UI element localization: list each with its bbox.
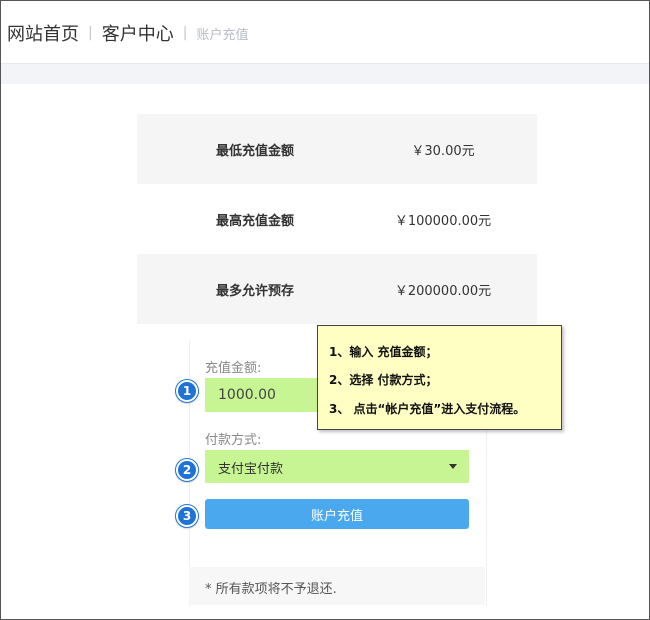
caret-down-icon (449, 464, 457, 469)
instructions-callout: 1、输入 充值金额； 2、选择 付款方式； 3、 点击“帐户充值”进入支付流程。 (317, 325, 562, 430)
payment-method-label: 付款方式: (205, 433, 262, 448)
payment-method-value: 支付宝付款 (218, 462, 284, 477)
table-row: 最高充值金额 ￥100000.00元 (137, 184, 537, 254)
limit-label: 最高充值金额 (215, 213, 294, 229)
payment-method-select[interactable]: 支付宝付款 (205, 450, 469, 483)
table-row: 最低充值金额 ￥30.00元 (137, 114, 537, 184)
limit-value: ￥30.00元 (411, 143, 475, 159)
header-strip (1, 64, 649, 84)
limit-value: ￥200000.00元 (394, 283, 492, 299)
breadcrumb-separator: | (88, 25, 93, 41)
breadcrumb-customer-center-link[interactable]: 客户中心 (102, 20, 174, 46)
limit-label: 最多允许预存 (215, 283, 294, 299)
recharge-limits-table: 最低充值金额 ￥30.00元 最高充值金额 ￥100000.00元 最多允许预存… (137, 114, 537, 325)
instruction-line: 3、 点击“帐户充值”进入支付流程。 (329, 402, 526, 416)
instruction-line: 1、输入 充值金额； (329, 345, 438, 359)
breadcrumb: 网站首页 | 客户中心 | 账户充值 (7, 20, 248, 46)
breadcrumb-separator: | (182, 25, 188, 41)
amount-label: 充值金额: (205, 361, 262, 376)
limit-label: 最低充值金额 (215, 143, 294, 159)
limit-value: ￥100000.00元 (394, 213, 492, 229)
table-row: 最多允许预存 ￥200000.00元 (137, 254, 537, 324)
step-2-badge: 2 (176, 459, 198, 481)
refund-note-bar: * 所有款项将不予退还. (189, 567, 485, 605)
breadcrumb-home-link[interactable]: 网站首页 (7, 20, 79, 46)
top-bar: 网站首页 | 客户中心 | 账户充值 (1, 1, 649, 64)
recharge-button[interactable]: 账户充值 (205, 499, 469, 529)
step-1-badge: 1 (176, 380, 198, 402)
page-frame: 网站首页 | 客户中心 | 账户充值 最低充值金额 ￥30.00元 最高充值金额… (0, 0, 650, 620)
refund-note: * 所有款项将不予退还. (205, 582, 337, 597)
breadcrumb-current: 账户充值 (196, 27, 249, 43)
instruction-line: 2、选择 付款方式； (329, 373, 438, 387)
step-3-badge: 3 (176, 505, 198, 527)
